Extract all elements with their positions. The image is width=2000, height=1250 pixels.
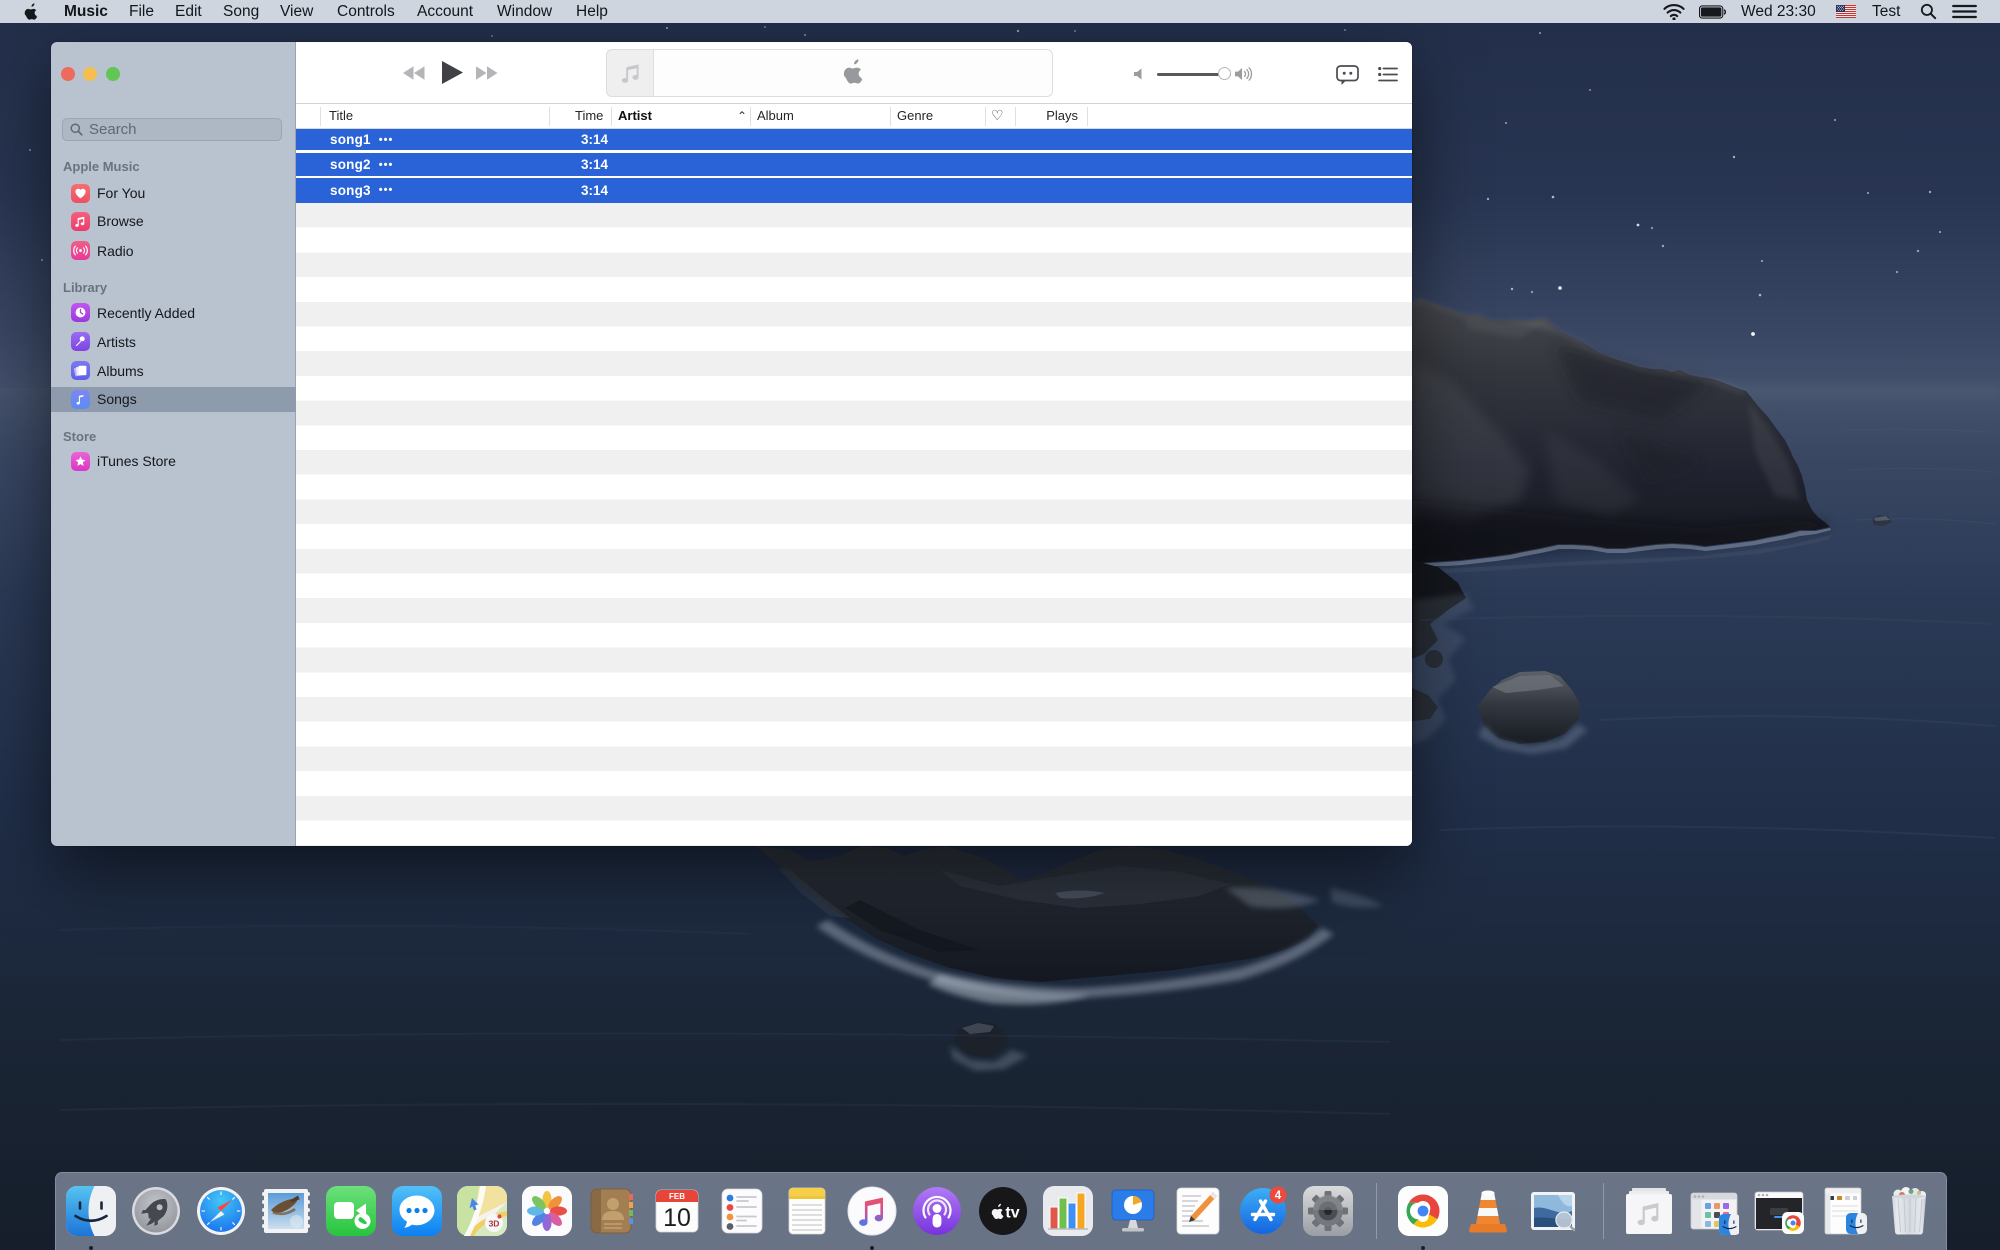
svg-text:10: 10 (663, 1204, 691, 1232)
svg-text:tv: tv (1005, 1205, 1019, 1222)
svg-text:FEB: FEB (669, 1192, 685, 1201)
svg-text:4: 4 (1275, 1190, 1282, 1202)
svg-text:3D: 3D (489, 1219, 500, 1229)
